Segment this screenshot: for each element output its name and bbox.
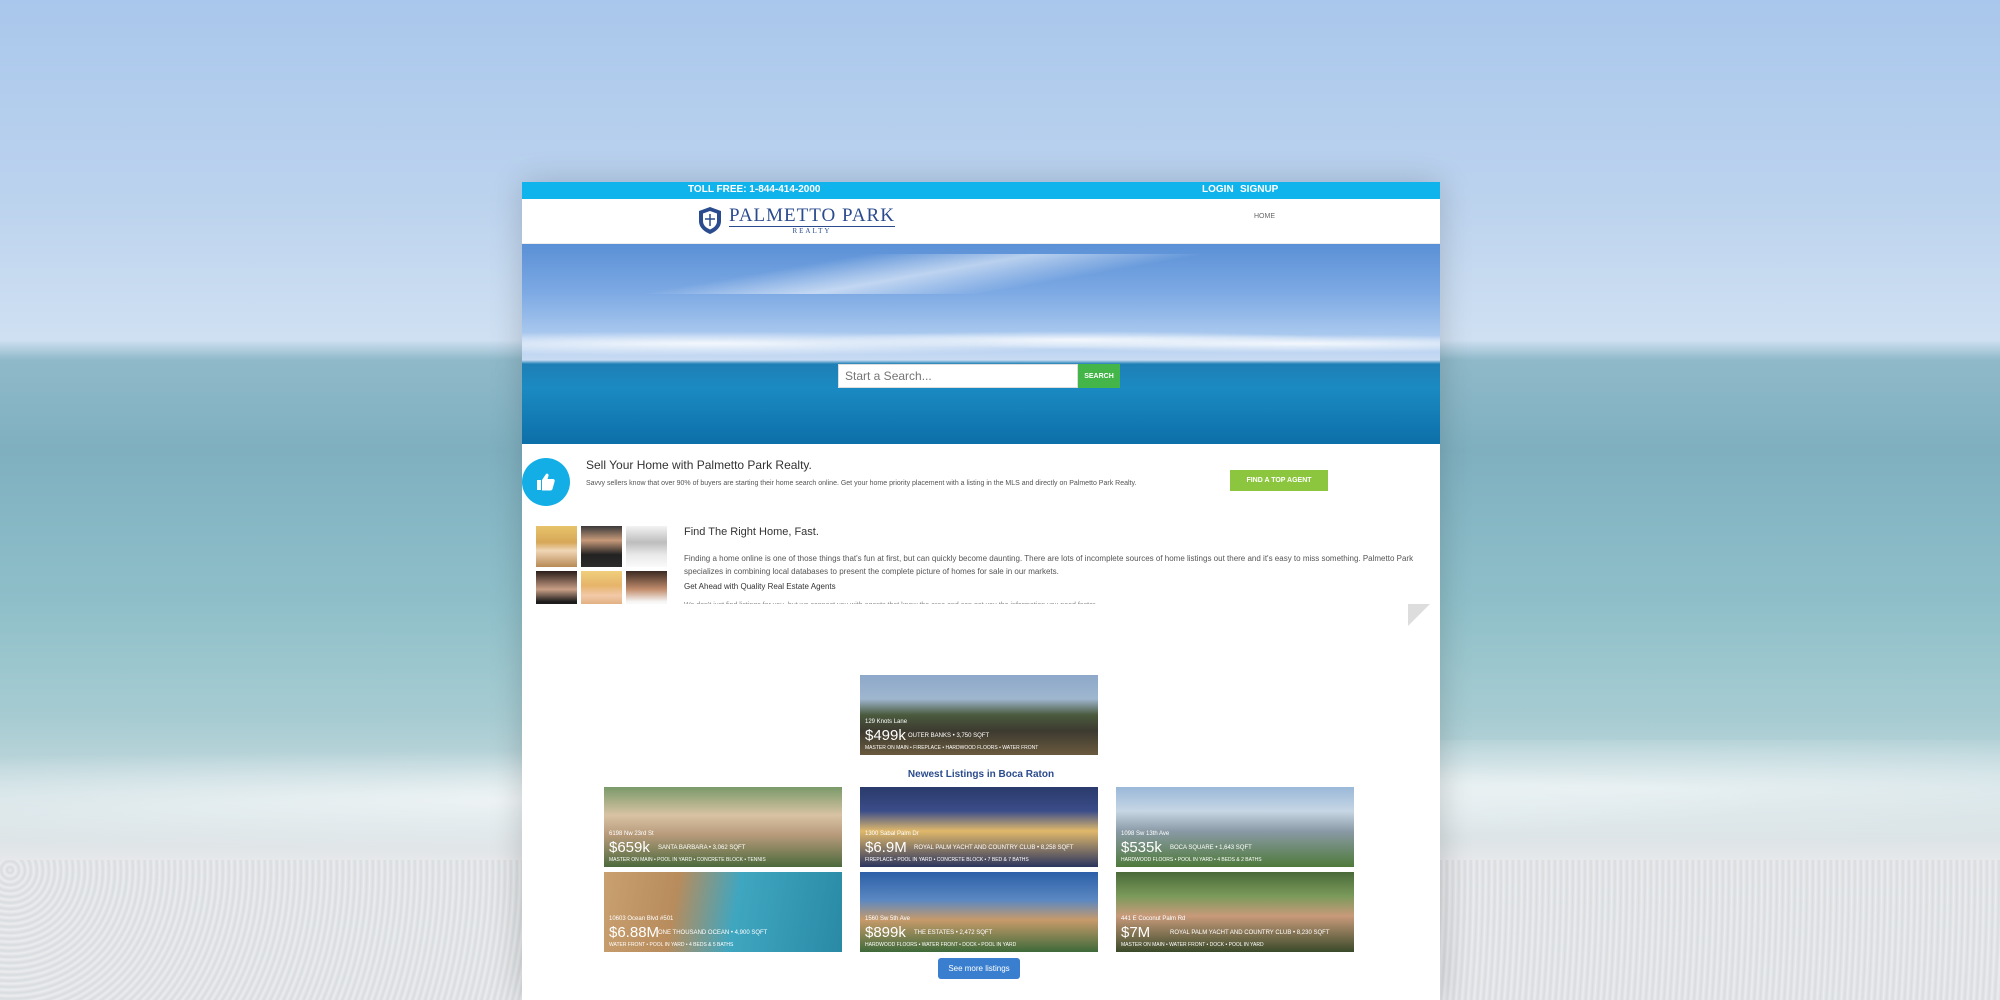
- see-more-listings-button[interactable]: See more listings: [938, 958, 1020, 979]
- logo-main-text: PALMETTO PARK: [729, 204, 895, 227]
- thumbs-up-glyph: [537, 473, 555, 491]
- find-title: Find The Right Home, Fast.: [684, 526, 819, 538]
- page-curl: [1408, 604, 1430, 626]
- listing-address: 1560 Sw 5th Ave: [865, 916, 910, 922]
- find-section: Find The Right Home, Fast. Finding a hom…: [522, 518, 1440, 628]
- listing-meta: SANTA BARBARA • 3,062 SQFT: [658, 845, 746, 851]
- listing-price: $535k: [1121, 839, 1162, 856]
- listing-address: 1300 Sabal Palm Dr: [865, 831, 919, 837]
- listing-meta: ONE THOUSAND OCEAN • 4,900 SQFT: [658, 930, 768, 936]
- nav-home[interactable]: HOME: [1254, 213, 1275, 220]
- listing-features: MASTER ON MAIN • FIREPLACE • HARDWOOD FL…: [865, 745, 1039, 751]
- sky-streak: [522, 254, 1440, 294]
- listing-card[interactable]: 10603 Ocean Blvd #501 $6.88M ONE THOUSAN…: [604, 872, 842, 952]
- listing-features: HARDWOOD FLOORS • WATER FRONT • DOCK • P…: [865, 942, 1017, 948]
- find-agent-button[interactable]: FIND A TOP AGENT: [1230, 470, 1328, 491]
- agent-photo[interactable]: [581, 526, 622, 567]
- sell-section: Sell Your Home with Palmetto Park Realty…: [522, 444, 1440, 518]
- search-button[interactable]: SEARCH: [1078, 364, 1120, 388]
- listing-card[interactable]: 1560 Sw 5th Ave $899k THE ESTATES • 2,47…: [860, 872, 1098, 952]
- listing-features: WATER FRONT • POOL IN YARD • 4 BEDS & 5 …: [609, 942, 734, 948]
- section-cutoff: [522, 604, 1440, 628]
- listing-price: $7M: [1121, 924, 1151, 941]
- logo-sub-text: REALTY: [792, 226, 832, 235]
- site-header: PALMETTO PARK REALTY HOME: [522, 199, 1440, 244]
- listing-card[interactable]: 441 E Coconut Palm Rd $7M ROYAL PALM YAC…: [1116, 872, 1354, 952]
- sell-title: Sell Your Home with Palmetto Park Realty…: [586, 458, 812, 472]
- agent-photos: [536, 526, 667, 612]
- newest-listings-title: Newest Listings in Boca Raton: [907, 769, 1055, 780]
- listing-meta: THE ESTATES • 2,472 SQFT: [914, 930, 993, 936]
- logo[interactable]: PALMETTO PARK REALTY: [697, 205, 895, 235]
- listing-features: MASTER ON MAIN • POOL IN YARD • CONCRETE…: [609, 857, 766, 863]
- listing-meta: ROYAL PALM YACHT AND COUNTRY CLUB • 8,23…: [1170, 930, 1330, 936]
- listing-features: FIREPLACE • POOL IN YARD • CONCRETE BLOC…: [865, 857, 1029, 863]
- find-text: Finding a home online is one of those th…: [684, 554, 1414, 576]
- thumbs-up-icon: [522, 458, 570, 506]
- toll-free-number: TOLL FREE: 1-844-414-2000: [688, 184, 821, 195]
- agent-photo[interactable]: [626, 526, 667, 567]
- listing-address: 129 Knots Lane: [865, 719, 908, 725]
- website-mockup: TOLL FREE: 1-844-414-2000 LOGIN SIGNUP P…: [522, 182, 1440, 1000]
- search-input[interactable]: [838, 364, 1078, 388]
- listing-price: $899k: [865, 924, 906, 941]
- listing-price: $659k: [609, 839, 650, 856]
- listing-card[interactable]: 6198 Nw 23rd St $659k SANTA BARBARA • 3,…: [604, 787, 842, 867]
- listing-price: $6.88M: [609, 924, 660, 941]
- listing-meta: OUTER BANKS • 3,750 SQFT: [908, 733, 990, 739]
- search-bar: SEARCH: [838, 364, 1120, 388]
- listing-price: $6.9M: [865, 839, 907, 856]
- agent-photo[interactable]: [536, 526, 577, 567]
- listing-card[interactable]: 1300 Sabal Palm Dr $6.9M ROYAL PALM YACH…: [860, 787, 1098, 867]
- listing-address: 6198 Nw 23rd St: [609, 831, 654, 837]
- listing-features: MASTER ON MAIN • WATER FRONT • DOCK • PO…: [1121, 942, 1264, 948]
- sell-text: Savvy sellers know that over 90% of buye…: [586, 480, 1137, 487]
- find-subtitle: Get Ahead with Quality Real Estate Agent…: [684, 582, 836, 591]
- listing-price: $499k: [865, 727, 906, 744]
- listing-meta: ROYAL PALM YACHT AND COUNTRY CLUB • 8,25…: [914, 845, 1074, 851]
- listing-features: HARDWOOD FLOORS • POOL IN YARD • 4 BEDS …: [1121, 857, 1262, 863]
- login-link[interactable]: LOGIN: [1202, 184, 1234, 195]
- featured-listing-card[interactable]: 129 Knots Lane $499k OUTER BANKS • 3,750…: [860, 675, 1098, 755]
- clouds: [522, 322, 1440, 358]
- listing-meta: BOCA SQUARE • 1,643 SQFT: [1170, 845, 1252, 851]
- listing-card[interactable]: 1098 Sw 13th Ave $535k BOCA SQUARE • 1,6…: [1116, 787, 1354, 867]
- signup-link[interactable]: SIGNUP: [1240, 184, 1278, 195]
- listing-address: 1098 Sw 13th Ave: [1121, 831, 1170, 837]
- crest-icon: [699, 207, 721, 234]
- logo-text: PALMETTO PARK REALTY: [729, 204, 895, 235]
- top-bar: TOLL FREE: 1-844-414-2000 LOGIN SIGNUP: [522, 182, 1440, 199]
- listing-address: 10603 Ocean Blvd #501: [609, 916, 674, 922]
- hero-banner: SEARCH: [522, 244, 1440, 444]
- listing-address: 441 E Coconut Palm Rd: [1121, 916, 1186, 922]
